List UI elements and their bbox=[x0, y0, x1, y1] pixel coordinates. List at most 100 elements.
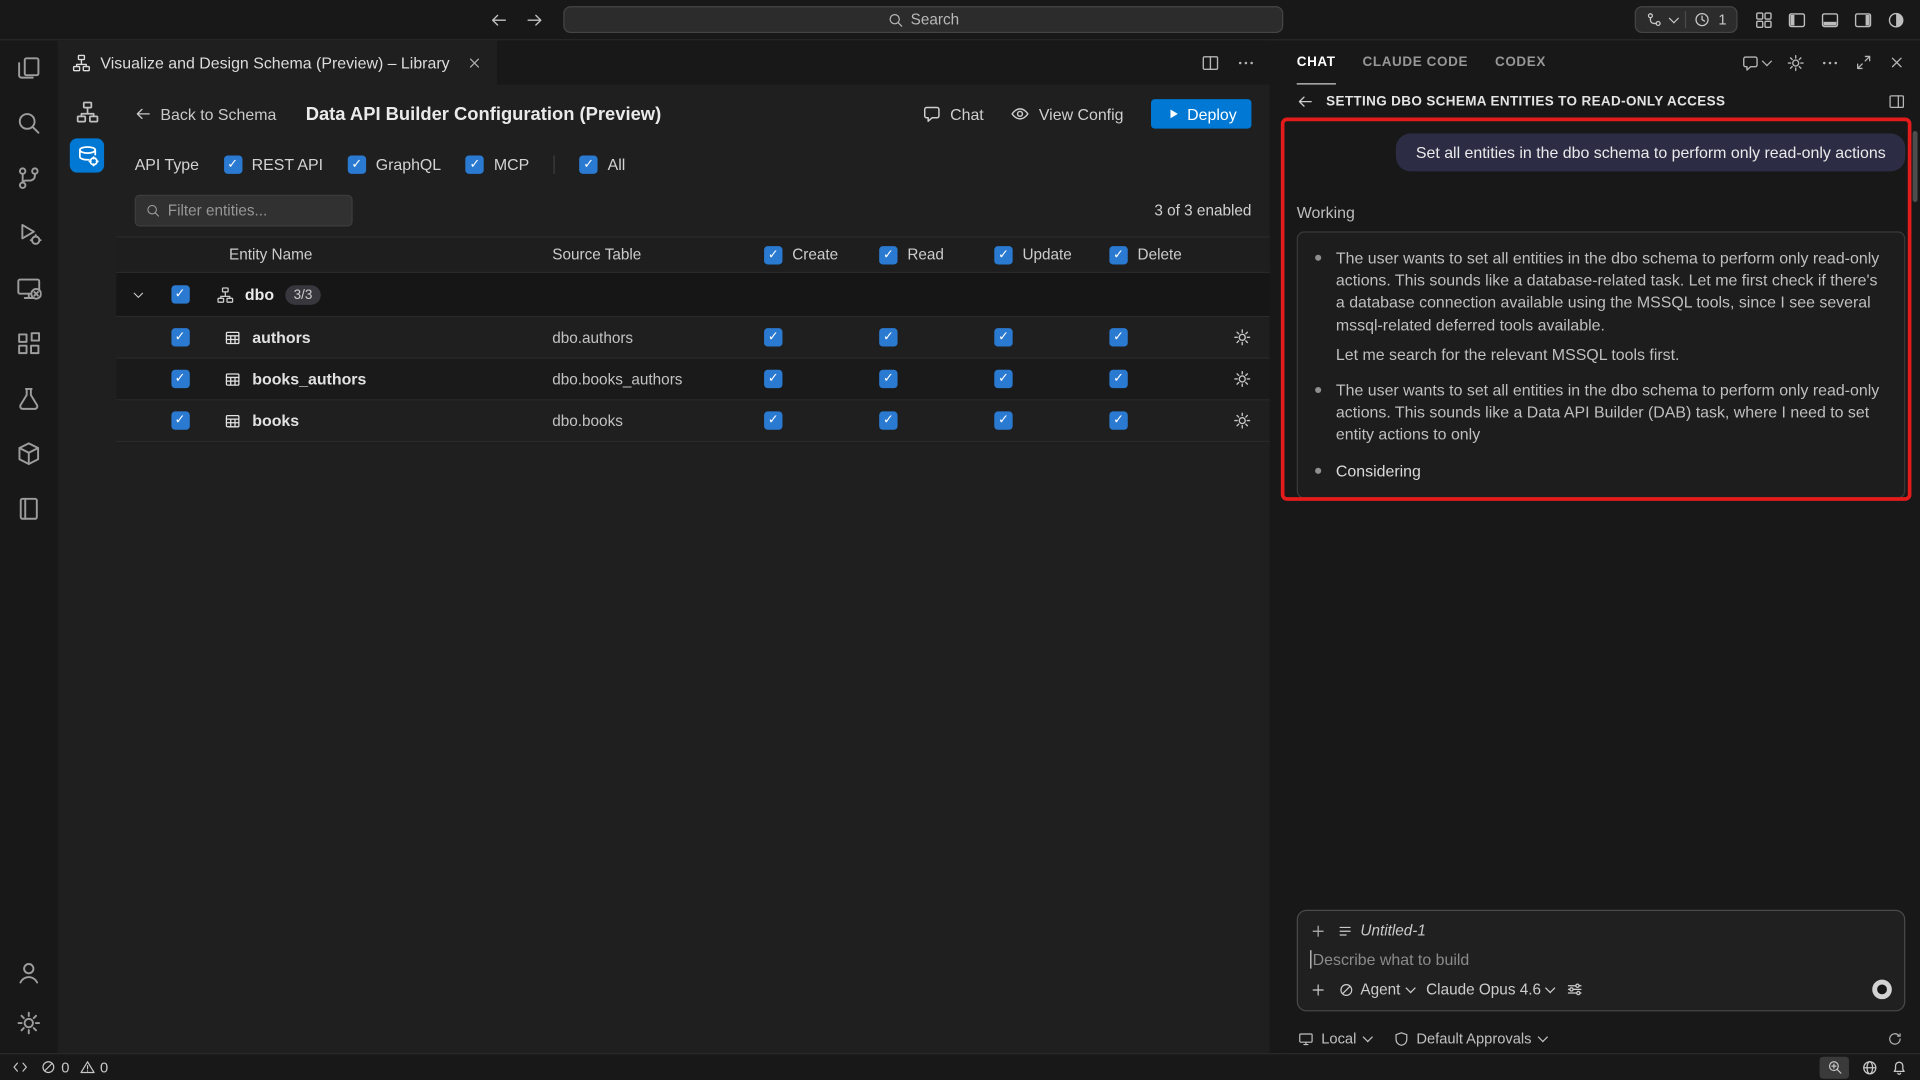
profile-icon[interactable] bbox=[1887, 10, 1905, 28]
more-actions-icon[interactable] bbox=[1821, 53, 1839, 71]
checkbox-create[interactable] bbox=[764, 370, 782, 388]
api-type-rest[interactable]: REST API bbox=[223, 155, 323, 173]
table-row[interactable]: books dbo.books bbox=[116, 400, 1269, 442]
checkbox-entity[interactable] bbox=[171, 328, 189, 346]
extensions-icon[interactable] bbox=[16, 331, 42, 357]
send-button[interactable] bbox=[1872, 980, 1892, 1000]
tools-sliders-icon[interactable] bbox=[1567, 981, 1584, 998]
add-context-icon[interactable] bbox=[1310, 923, 1326, 939]
command-center-search[interactable]: Search bbox=[563, 6, 1283, 33]
agent-mode-dropdown[interactable]: Agent bbox=[1338, 981, 1414, 998]
checkbox-update[interactable] bbox=[994, 411, 1012, 429]
checkbox-update[interactable] bbox=[994, 370, 1012, 388]
sync-icon[interactable] bbox=[1887, 1030, 1903, 1046]
chat-settings-gear-icon[interactable] bbox=[1787, 53, 1805, 71]
checkbox-graphql[interactable] bbox=[348, 155, 366, 173]
deploy-button[interactable]: Deploy bbox=[1150, 99, 1251, 128]
filter-entities-input[interactable] bbox=[168, 202, 342, 219]
layout-grid-icon[interactable] bbox=[1755, 10, 1773, 28]
checkbox-entity[interactable] bbox=[171, 411, 189, 429]
schema-graph-view-button[interactable] bbox=[70, 94, 104, 128]
checkbox-mcp[interactable] bbox=[466, 155, 484, 173]
search-icon[interactable] bbox=[16, 110, 42, 136]
checkbox-create[interactable] bbox=[764, 411, 782, 429]
tab-codex[interactable]: CODEX bbox=[1495, 40, 1546, 84]
scrollbar[interactable] bbox=[1913, 131, 1918, 202]
api-type-mcp[interactable]: MCP bbox=[466, 155, 530, 173]
new-chat-dropdown[interactable] bbox=[1741, 53, 1770, 71]
api-type-all[interactable]: All bbox=[579, 155, 625, 173]
row-settings-gear-icon[interactable] bbox=[1213, 370, 1269, 388]
row-settings-gear-icon[interactable] bbox=[1213, 328, 1269, 346]
chat-composer[interactable]: Untitled-1 Agent bbox=[1297, 910, 1906, 1012]
attach-icon[interactable] bbox=[1310, 981, 1326, 997]
toggle-sidebar-left-icon[interactable] bbox=[1788, 10, 1806, 28]
approvals-dropdown[interactable]: Default Approvals bbox=[1393, 1030, 1546, 1047]
checkbox-read-all[interactable] bbox=[879, 246, 897, 264]
expand-panel-icon[interactable] bbox=[1855, 54, 1872, 71]
filter-entities-box[interactable] bbox=[135, 195, 353, 227]
package-cube-icon[interactable] bbox=[16, 441, 42, 467]
remote-indicator-icon[interactable] bbox=[12, 1059, 28, 1075]
checkbox-delete[interactable] bbox=[1109, 370, 1127, 388]
schema-group-row[interactable]: dbo 3/3 bbox=[116, 273, 1269, 317]
tab-visualize-schema[interactable]: Visualize and Design Schema (Preview) – … bbox=[58, 40, 498, 84]
api-type-graphql[interactable]: GraphQL bbox=[348, 155, 442, 173]
checkbox-create[interactable] bbox=[764, 328, 782, 346]
table-row[interactable]: books_authors dbo.books_authors bbox=[116, 359, 1269, 401]
checkbox-delete-all[interactable] bbox=[1109, 246, 1127, 264]
run-debug-icon[interactable] bbox=[16, 220, 42, 246]
checkbox-read[interactable] bbox=[879, 411, 897, 429]
toggle-sidebar-right-icon[interactable] bbox=[1854, 10, 1872, 28]
back-to-schema-link[interactable]: Back to Schema bbox=[135, 105, 277, 123]
view-config-button[interactable]: View Config bbox=[1011, 104, 1124, 124]
chat-panel-tabs: CHAT CLAUDE CODE CODEX bbox=[1282, 40, 1920, 84]
chat-input[interactable] bbox=[1313, 950, 1892, 968]
collapse-chevron[interactable] bbox=[116, 287, 160, 302]
table-row[interactable]: authors dbo.authors bbox=[116, 317, 1269, 359]
api-config-view-button[interactable] bbox=[70, 138, 104, 172]
history-back-button[interactable] bbox=[490, 10, 508, 28]
panel-sash[interactable] bbox=[1270, 40, 1282, 1053]
problems-indicator[interactable]: 0 0 bbox=[40, 1059, 108, 1076]
remote-monitor-error-icon[interactable] bbox=[16, 276, 42, 302]
checkbox-update-all[interactable] bbox=[994, 246, 1012, 264]
notebook-icon[interactable] bbox=[16, 496, 42, 522]
back-arrow-icon[interactable] bbox=[1297, 93, 1314, 110]
row-settings-gear-icon[interactable] bbox=[1213, 411, 1269, 429]
chat-button[interactable]: Chat bbox=[922, 104, 984, 124]
checkbox-update[interactable] bbox=[994, 328, 1012, 346]
tab-chat[interactable]: CHAT bbox=[1297, 40, 1336, 84]
close-panel-icon[interactable] bbox=[1888, 54, 1905, 71]
toggle-panel-icon[interactable] bbox=[1821, 10, 1839, 28]
tab-claude-code[interactable]: CLAUDE CODE bbox=[1363, 40, 1469, 84]
globe-icon[interactable] bbox=[1861, 1059, 1878, 1076]
agent-thinking-box[interactable]: The user wants to set all entities in th… bbox=[1297, 231, 1906, 498]
checkbox-read[interactable] bbox=[879, 370, 897, 388]
environment-dropdown[interactable]: Local bbox=[1298, 1030, 1371, 1047]
test-beaker-icon[interactable] bbox=[16, 386, 42, 412]
more-actions-icon[interactable] bbox=[1237, 53, 1255, 71]
split-editor-icon[interactable] bbox=[1201, 53, 1219, 71]
checkbox-delete[interactable] bbox=[1109, 328, 1127, 346]
account-icon[interactable] bbox=[16, 960, 42, 986]
checkbox-read[interactable] bbox=[879, 328, 897, 346]
checkbox-group-dbo[interactable] bbox=[171, 285, 189, 303]
close-icon[interactable] bbox=[467, 54, 483, 70]
checkbox-entity[interactable] bbox=[171, 370, 189, 388]
history-forward-button[interactable] bbox=[525, 10, 543, 28]
checkbox-rest-api[interactable] bbox=[223, 155, 241, 173]
checkbox-create-all[interactable] bbox=[764, 246, 782, 264]
zoom-indicator[interactable] bbox=[1820, 1056, 1849, 1078]
checkbox-delete[interactable] bbox=[1109, 411, 1127, 429]
open-in-editor-icon[interactable] bbox=[1888, 93, 1905, 110]
notifications-bell-icon[interactable] bbox=[1891, 1059, 1908, 1076]
session-pill[interactable]: 1 bbox=[1635, 6, 1737, 33]
settings-gear-icon[interactable] bbox=[16, 1010, 42, 1036]
source-control-icon[interactable] bbox=[16, 165, 42, 191]
checkbox-all[interactable] bbox=[579, 155, 597, 173]
chat-session-title: SETTING DBO SCHEMA ENTITIES TO READ-ONLY… bbox=[1326, 94, 1725, 109]
model-picker-dropdown[interactable]: Claude Opus 4.6 bbox=[1426, 981, 1554, 998]
copy-pages-icon[interactable] bbox=[16, 55, 42, 81]
context-file-chip[interactable]: Untitled-1 bbox=[1337, 922, 1426, 939]
